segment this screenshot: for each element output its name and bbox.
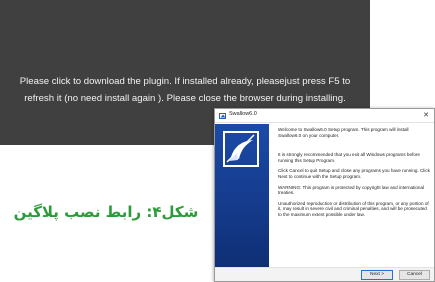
wizard-side-banner xyxy=(215,124,269,267)
window-titlebar[interactable]: Swallow6.0 ✕ xyxy=(215,109,434,123)
welcome-paragraph: Welcome to Swallow6.0 Setup program. Thi… xyxy=(278,127,409,138)
figure-caption: شکل۴: رابط نصب پلاگین xyxy=(13,203,199,221)
wizard-button-bar: Next > Cancel xyxy=(215,267,434,281)
plugin-message-line-1: Please click to download the plugin. If … xyxy=(19,76,351,87)
close-icon[interactable]: ✕ xyxy=(421,110,431,121)
exit-programs-paragraph: It is strongly recommended that you exit… xyxy=(278,152,420,163)
warning-paragraph: WARNING: This program is protected by co… xyxy=(278,184,425,196)
next-button[interactable]: Next > xyxy=(361,270,393,280)
plugin-download-message[interactable]: Please click to download the plugin. If … xyxy=(0,73,370,107)
setup-app-icon xyxy=(219,113,226,119)
swallow-logo-icon xyxy=(223,131,259,167)
setup-wizard-window: Swallow6.0 ✕ Welcome to Swallow6.0 Setup… xyxy=(214,108,435,282)
window-title: Swallow6.0 xyxy=(229,111,257,117)
instructions-paragraph: Click Cancel to quit Setup and close any… xyxy=(278,168,430,179)
cancel-button[interactable]: Cancel xyxy=(399,270,430,280)
wizard-welcome-text: Welcome to Swallow6.0 Setup program. Thi… xyxy=(278,127,430,223)
plugin-message-line-2: refresh it (no need install again ). Ple… xyxy=(24,93,346,104)
legal-paragraph: Unauthorized reproduction or distributio… xyxy=(278,200,429,217)
